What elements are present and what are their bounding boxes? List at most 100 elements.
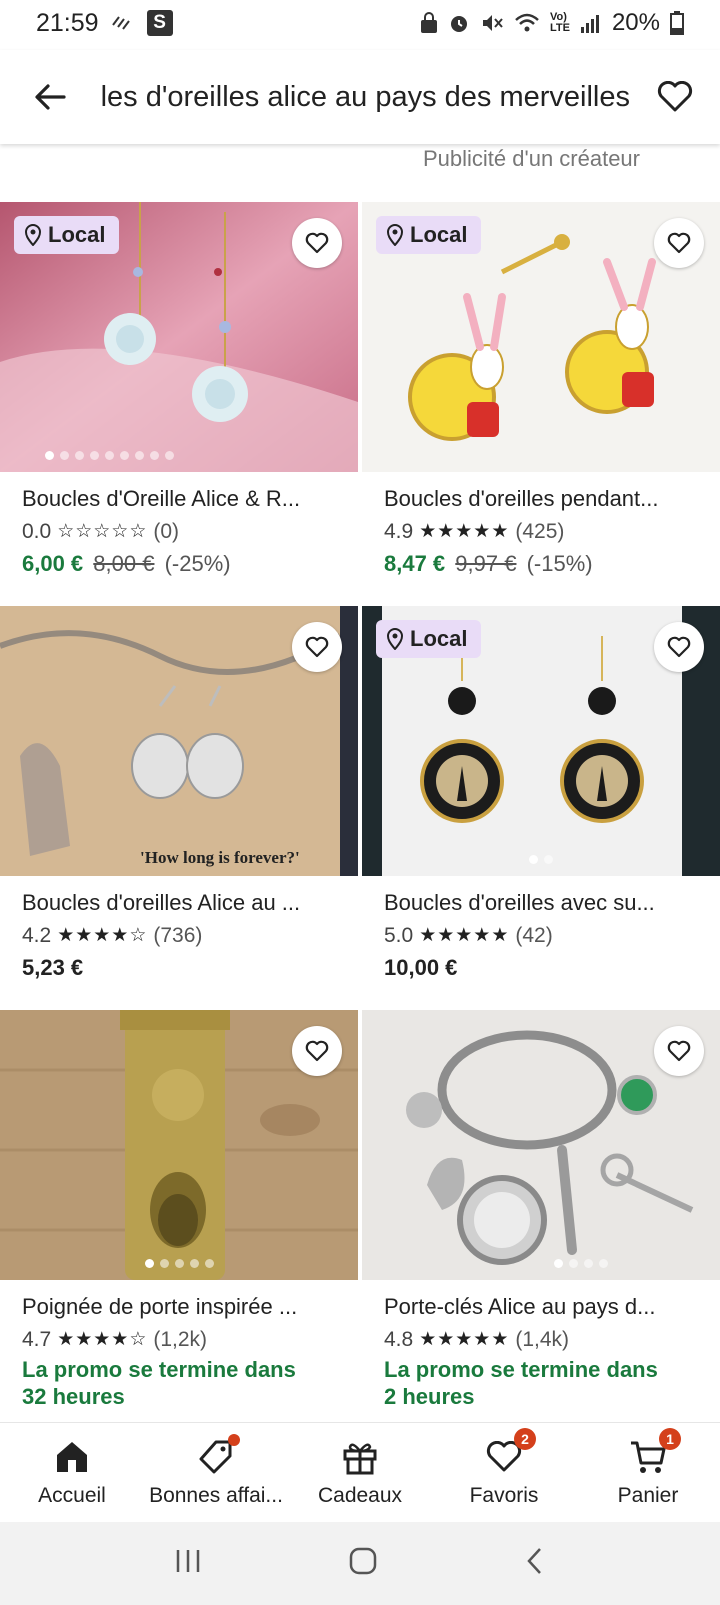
review-count: (0)	[153, 520, 180, 543]
favorite-button[interactable]	[292, 1026, 342, 1076]
product-image[interactable]	[362, 1010, 720, 1280]
favorite-button[interactable]	[292, 218, 342, 268]
rating-value: 4.9	[384, 520, 414, 543]
rating-row: 4.7 ★★★★☆ (1,2k)	[22, 1324, 342, 1356]
nav-label: Cadeaux	[317, 1483, 403, 1507]
rating-row: 0.0 ☆☆☆☆☆ (0)	[22, 516, 342, 548]
rating-row: 4.8 ★★★★★ (1,4k)	[384, 1324, 704, 1356]
local-label: Local	[410, 626, 468, 651]
sale-price: 6,00 €	[22, 551, 84, 576]
nav-label: Accueil	[38, 1483, 106, 1507]
volte-icon: Vo) LTE	[549, 11, 570, 34]
status-bar: 21:59 S Vo) LTE 20%	[0, 0, 720, 46]
rating-row: 4.2 ★★★★☆ (736)	[22, 920, 342, 952]
price: 5,23 €	[22, 955, 84, 980]
rating-value: 4.8	[384, 1328, 414, 1351]
product-title[interactable]: Porte-clés Alice au pays d...	[384, 1290, 704, 1324]
lock-icon	[420, 12, 438, 34]
tag-icon	[198, 1433, 240, 1476]
review-count: (1,4k)	[515, 1328, 570, 1351]
wifi-icon	[514, 12, 540, 34]
system-navigation-bar	[0, 1522, 720, 1605]
status-right: Vo) LTE 20%	[420, 9, 684, 37]
rating-row: 4.9 ★★★★★ (425)	[384, 516, 704, 548]
product-image[interactable]: 'How long is forever?'	[0, 606, 358, 876]
heart-icon	[305, 232, 329, 254]
cart-badge: 1	[659, 1427, 681, 1450]
product-title[interactable]: Boucles d'oreilles avec su...	[384, 886, 704, 920]
battery-icon	[670, 11, 684, 35]
favorite-button[interactable]	[654, 1026, 704, 1076]
back-nav-button[interactable]	[523, 1546, 547, 1581]
product-image[interactable]	[0, 1010, 358, 1280]
nav-item-deals[interactable]: Bonnes affai...	[144, 1423, 288, 1522]
promo-text: La promo se termine dans	[22, 1357, 296, 1382]
nav-item-home[interactable]: Accueil	[0, 1423, 144, 1522]
price-row: 5,23 €	[22, 952, 342, 984]
sale-price: 8,47 €	[384, 551, 446, 576]
nav-label: Panier	[617, 1483, 679, 1507]
status-left: 21:59 S	[36, 9, 173, 38]
image-carousel-dots	[402, 1259, 720, 1268]
favorite-button[interactable]	[654, 218, 704, 268]
review-count: (736)	[153, 924, 203, 947]
cart-icon: 1	[629, 1427, 681, 1476]
product-info: Boucles d'oreilles Alice au ... 4.2 ★★★★…	[22, 886, 342, 984]
arrow-left-icon	[35, 84, 66, 110]
discount: (-25%)	[164, 551, 231, 576]
favorites-badge: 2	[514, 1427, 536, 1450]
heart-icon: 2	[486, 1427, 536, 1476]
location-pin-icon	[386, 628, 404, 650]
rating-value: 4.7	[22, 1328, 52, 1351]
price-row: 6,00 € 8,00 € (-25%)	[22, 548, 342, 580]
price-row: 8,47 € 9,97 € (-15%)	[384, 548, 704, 580]
nav-item-favorites[interactable]: 2 Favoris	[432, 1423, 576, 1522]
product-image[interactable]: Local	[362, 202, 720, 472]
search-title[interactable]: Boucles d'oreilles alice au pays des mer…	[100, 81, 630, 114]
product-title[interactable]: Boucles d'oreilles pendant...	[384, 482, 704, 516]
image-carousel-dots	[0, 451, 288, 460]
app-bar: Boucles d'oreilles alice au pays des mer…	[0, 50, 720, 144]
back-button[interactable]	[0, 50, 100, 144]
heart-icon	[667, 1040, 691, 1062]
star-rating: ★★★★★	[419, 1329, 510, 1350]
promo-time: 2 heures	[384, 1384, 475, 1409]
product-info: Poignée de porte inspirée ... 4.7 ★★★★☆ …	[22, 1290, 342, 1410]
promo-time: 32 heures	[22, 1384, 125, 1409]
local-badge: Local	[376, 216, 482, 254]
recent-apps-button[interactable]	[173, 1547, 203, 1580]
product-title[interactable]: Poignée de porte inspirée ...	[22, 1290, 342, 1324]
review-count: (425)	[515, 520, 565, 543]
product-info: Porte-clés Alice au pays d... 4.8 ★★★★★ …	[384, 1290, 704, 1410]
product-title[interactable]: Boucles d'oreilles Alice au ...	[22, 886, 342, 920]
gift-icon	[342, 1438, 378, 1476]
favorite-button[interactable]	[654, 622, 704, 672]
discount: (-15%)	[526, 551, 593, 576]
favorite-search-button[interactable]	[630, 50, 720, 144]
product-image[interactable]: Local	[0, 202, 358, 472]
home-icon	[54, 1438, 90, 1476]
nav-label: Bonnes affai...	[149, 1483, 283, 1507]
star-rating: ★★★★★	[419, 925, 510, 946]
heart-icon	[667, 232, 691, 254]
local-badge: Local	[14, 216, 120, 254]
price: 10,00 €	[384, 955, 458, 980]
product-image[interactable]: Local	[362, 606, 720, 876]
star-rating: ★★★★☆	[57, 925, 148, 946]
original-price: 8,00 €	[93, 551, 155, 576]
product-info: Boucles d'oreilles avec su... 5.0 ★★★★★ …	[384, 886, 704, 984]
heart-icon	[305, 1040, 329, 1062]
location-pin-icon	[386, 224, 404, 246]
signal-icon	[580, 12, 602, 34]
review-count: (42)	[515, 924, 553, 947]
product-title[interactable]: Boucles d'Oreille Alice & R...	[22, 482, 342, 516]
battery-percent: 20%	[611, 9, 660, 36]
wifi-calling-icon	[111, 9, 135, 38]
nav-item-gifts[interactable]: Cadeaux	[288, 1423, 432, 1522]
rating-value: 4.2	[22, 924, 52, 947]
home-button[interactable]	[348, 1546, 378, 1581]
star-rating: ★★★★☆	[57, 1329, 148, 1350]
star-rating: ☆☆☆☆☆	[57, 521, 148, 542]
nav-item-cart[interactable]: 1 Panier	[576, 1423, 720, 1522]
favorite-button[interactable]	[292, 622, 342, 672]
